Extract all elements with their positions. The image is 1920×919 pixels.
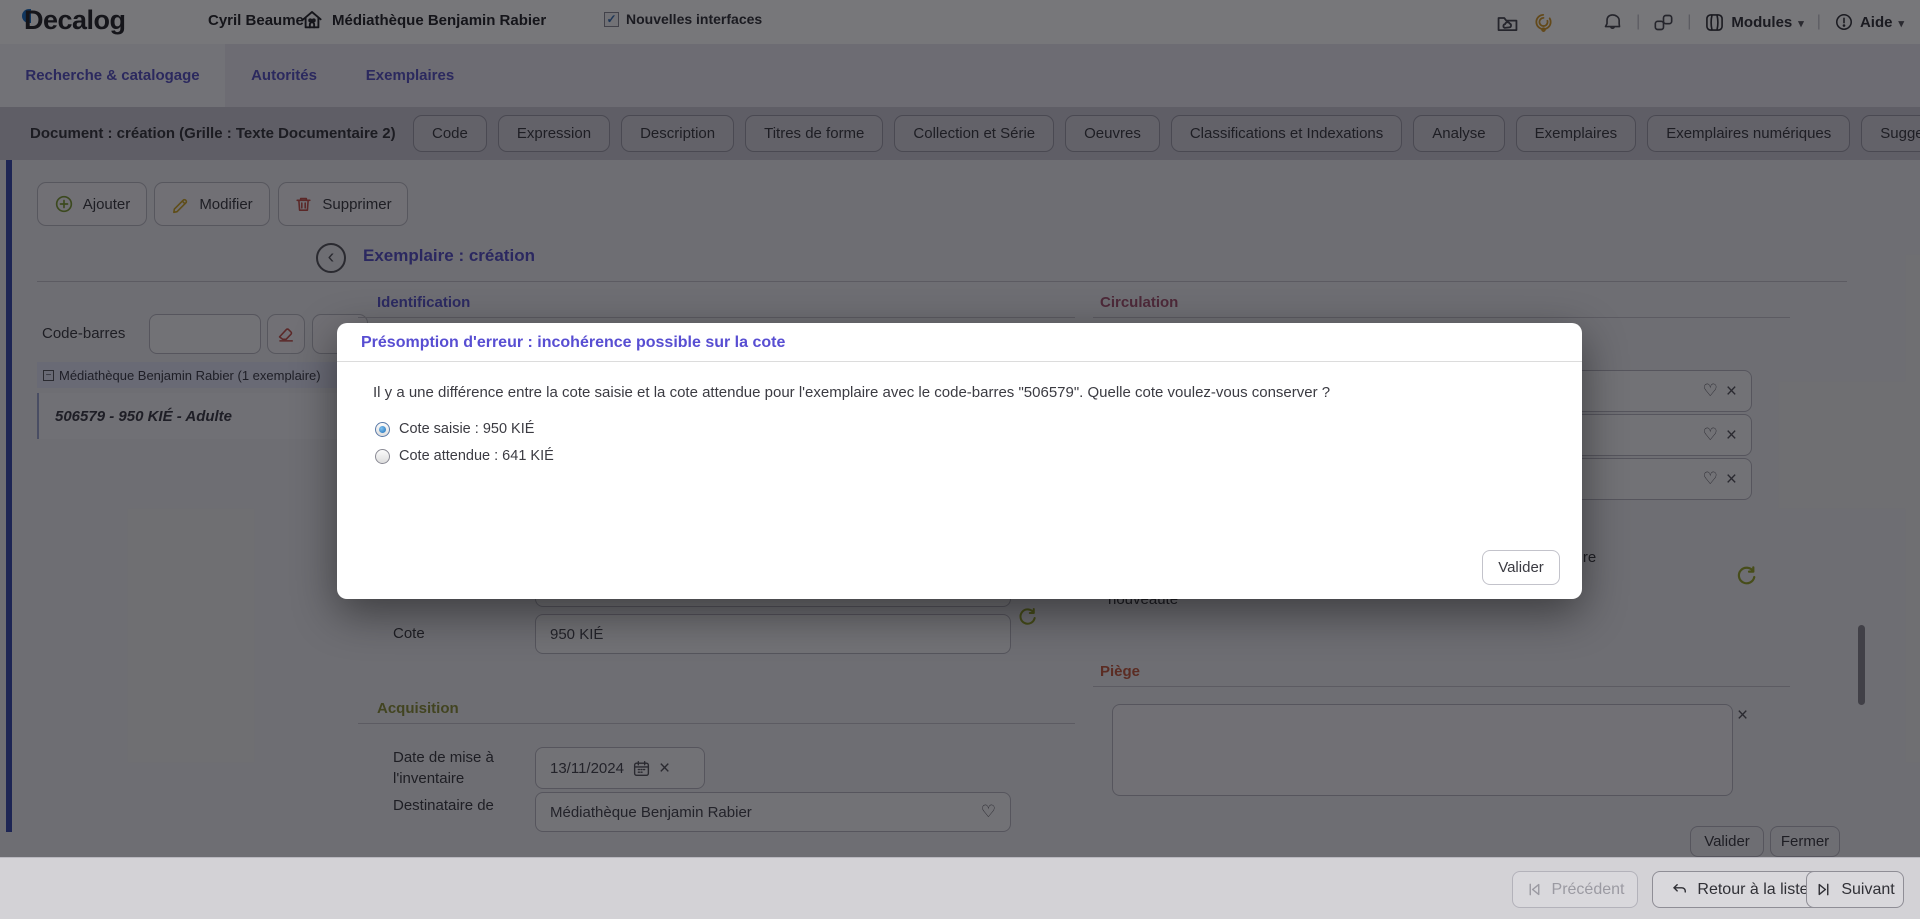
error-presumption-dialog: Présomption d'erreur : incohérence possi… xyxy=(337,323,1582,599)
skip-previous-icon xyxy=(1526,881,1543,898)
radio-unselected-icon[interactable] xyxy=(375,449,390,464)
next-button[interactable]: Suivant xyxy=(1806,871,1904,908)
radio-selected-icon[interactable] xyxy=(375,422,390,437)
dialog-title: Présomption d'erreur : incohérence possi… xyxy=(361,334,785,352)
record-nav-toolbar: Précédent Retour à la liste Suivant xyxy=(0,857,1920,919)
divider xyxy=(337,361,1582,362)
return-arrow-icon xyxy=(1671,881,1688,898)
option-cote-attendue[interactable]: Cote attendue : 641 KIÉ xyxy=(375,448,554,464)
app-root: Decalog Cyril Beaume Médiathèque Benjami… xyxy=(0,0,1920,919)
dialog-validate-button[interactable]: Valider xyxy=(1482,550,1560,585)
option-label: Cote saisie : 950 KIÉ xyxy=(399,421,534,437)
back-to-list-label: Retour à la liste xyxy=(1697,881,1808,899)
skip-next-icon xyxy=(1815,881,1832,898)
next-label: Suivant xyxy=(1841,881,1894,899)
option-label: Cote attendue : 641 KIÉ xyxy=(399,448,554,464)
dialog-message: Il y a une différence entre la cote sais… xyxy=(373,384,1552,401)
back-to-list-button[interactable]: Retour à la liste xyxy=(1652,871,1828,908)
option-cote-saisie[interactable]: Cote saisie : 950 KIÉ xyxy=(375,421,534,437)
previous-button[interactable]: Précédent xyxy=(1512,871,1638,908)
previous-label: Précédent xyxy=(1552,881,1625,899)
